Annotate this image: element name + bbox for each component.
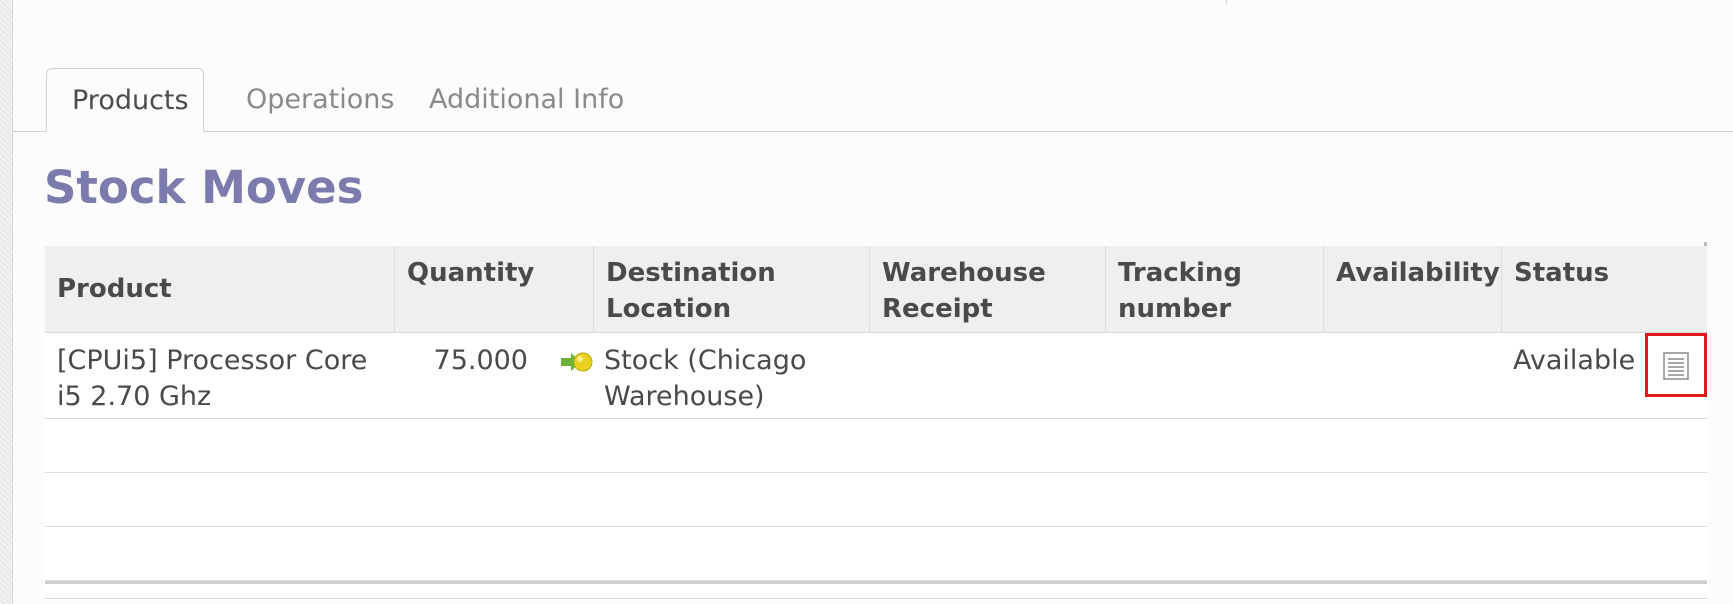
table-row[interactable]: [CPUi5] Processor Core i5 2.70 Ghz 75.00… [45,333,1707,419]
tab-products[interactable]: Products [46,68,204,132]
cell-warehouse-receipt [870,333,1106,343]
notebook-tabs: Products Operations Additional Info [13,68,1733,132]
tab-operations[interactable]: Operations [221,68,419,131]
cell-destination-location: Stock (Chicago Warehouse) [604,345,807,412]
stock-moves-table: Product Quantity Destination Location Wa… [45,242,1707,599]
empty-table-row [45,473,1707,527]
document-action-button[interactable] [1645,333,1707,397]
column-header-status[interactable]: Status [1502,246,1707,332]
table-header: Product Quantity Destination Location Wa… [45,242,1707,333]
form-sheet: Products Operations Additional Info Stoc… [13,0,1733,604]
column-header-product[interactable]: Product [45,246,395,332]
empty-table-row [45,527,1707,581]
left-gutter [0,0,13,604]
column-header-destination-location[interactable]: Destination Location [594,246,870,332]
table-footer [45,584,1707,599]
divider-tick [1226,0,1227,4]
cell-product: [CPUi5] Processor Core i5 2.70 Ghz [57,345,368,412]
green-arrow-yellow-ball-icon[interactable] [559,349,595,375]
column-header-availability[interactable]: Availability [1324,246,1502,332]
tab-additional-info[interactable]: Additional Info [404,68,649,131]
column-header-quantity[interactable]: Quantity [395,246,594,332]
column-header-warehouse-receipt[interactable]: Warehouse Receipt [870,246,1106,332]
document-icon [1663,352,1689,380]
cell-status: Available [1513,345,1636,376]
cell-tracking-number [1106,333,1324,343]
cell-availability [1324,333,1502,343]
section-title: Stock Moves [44,161,364,214]
empty-table-row [45,419,1707,473]
cell-quantity: 75.000 [433,345,528,376]
column-header-tracking-number[interactable]: Tracking number [1106,246,1324,332]
